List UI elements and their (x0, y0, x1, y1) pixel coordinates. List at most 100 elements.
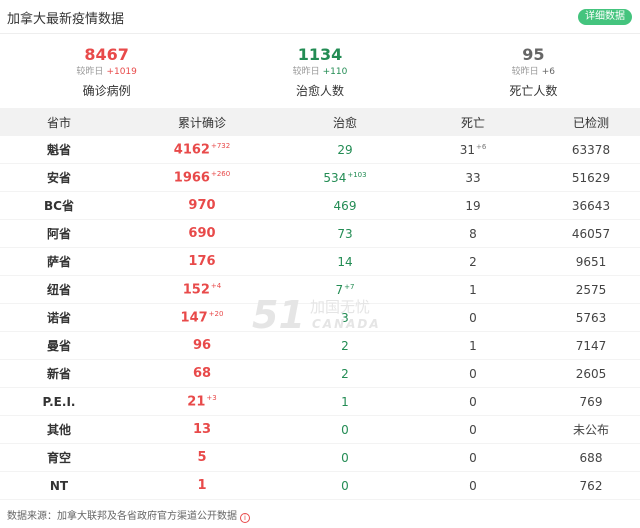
cured-value: 2 (341, 366, 349, 381)
confirmed-value: 1 (197, 478, 207, 493)
confirmed-value: 1966 (173, 170, 210, 186)
deaths-value: 8 (469, 226, 477, 241)
stat-change: 较昨日 +6 (427, 66, 640, 78)
cured-value: 14 (337, 254, 353, 269)
confirmed-value: 96 (192, 338, 212, 353)
table-row[interactable]: 曼省 96 2 1 7147 (0, 332, 640, 360)
column-header: 治愈 (332, 115, 357, 130)
stat-value: 1134 (297, 45, 343, 64)
confirmed-delta: +3 (206, 393, 217, 402)
cured-value: 3 (341, 310, 349, 325)
info-icon[interactable]: i (240, 513, 250, 523)
confirmed-value: 970 (188, 198, 216, 213)
cured-cell: 2 (286, 367, 404, 381)
deaths-cell: 19 (404, 199, 542, 213)
confirmed-cell: 5 (118, 450, 286, 465)
stat-1: 1134 较昨日 +110 治愈人数 (213, 34, 426, 108)
cured-cell: 0 (286, 479, 404, 493)
table-row[interactable]: 纽省 152+4 7+7 1 2575 (0, 276, 640, 304)
confirmed-value: 21 (187, 394, 206, 410)
deaths-cell: 0 (404, 451, 542, 465)
deaths-cell: 1 (404, 283, 542, 297)
tested-value: 36643 (571, 198, 611, 213)
deaths-cell: 8 (404, 227, 542, 241)
cured-cell: 73 (286, 227, 404, 241)
cured-cell: 3 (286, 311, 404, 325)
deaths-value: 0 (469, 394, 477, 409)
table-row[interactable]: 萨省 176 14 2 9651 (0, 248, 640, 276)
tested-value: 5763 (575, 310, 607, 325)
confirmed-value: 68 (192, 366, 212, 381)
province-name: 安省 (46, 171, 71, 185)
table-row[interactable]: 安省 1966+260 534+103 33 51629 (0, 164, 640, 192)
table-row[interactable]: NT 1 0 0 762 (0, 472, 640, 500)
cured-value: 0 (341, 478, 349, 493)
cured-cell: 0 (286, 451, 404, 465)
detail-data-button[interactable]: 详细数据 (578, 9, 632, 25)
province-name: 新省 (46, 367, 71, 381)
confirmed-cell: 96 (118, 338, 286, 353)
table-row[interactable]: 育空 5 0 0 688 (0, 444, 640, 472)
tested-value: 46057 (571, 226, 611, 241)
cured-cell: 1 (286, 395, 404, 409)
confirmed-cell: 176 (118, 254, 286, 269)
confirmed-delta: +260 (210, 169, 231, 178)
stat-label: 确诊病例 (82, 84, 131, 98)
table-row[interactable]: 魁省 4162+732 29 31+6 63378 (0, 136, 640, 164)
tested-value: 688 (579, 450, 603, 465)
cured-value: 1 (341, 394, 349, 409)
stat-0: 8467 较昨日 +1019 确诊病例 (0, 34, 213, 108)
province-name: 诺省 (46, 311, 71, 325)
cured-cell: 0 (286, 423, 404, 437)
province-name: 魁省 (46, 143, 71, 157)
page-title: 加拿大最新疫情数据 (7, 12, 125, 27)
confirmed-delta: +4 (210, 281, 222, 290)
confirmed-cell: 690 (118, 226, 286, 241)
stat-change-label: 较昨日 (76, 67, 104, 77)
footer-source: 数据来源：加拿大联邦及各省政府官方渠道公开数据 i (7, 507, 250, 523)
cured-cell: 14 (286, 255, 404, 269)
table-header: 省市 累计确诊 治愈 死亡 已检测 (0, 108, 640, 136)
table-row[interactable]: BC省 970 469 19 36643 (0, 192, 640, 220)
stat-change-value: +6 (541, 67, 555, 77)
table-row[interactable]: 阿省 690 73 8 46057 (0, 220, 640, 248)
deaths-cell: 0 (404, 479, 542, 493)
province-name: 其他 (46, 423, 71, 437)
cured-delta: +7 (344, 282, 355, 291)
deaths-cell: 1 (404, 339, 542, 353)
table-row[interactable]: 新省 68 2 0 2605 (0, 360, 640, 388)
deaths-cell: 0 (404, 367, 542, 381)
source-text: 数据来源：加拿大联邦及各省政府官方渠道公开数据 (7, 511, 237, 522)
confirmed-value: 176 (188, 254, 216, 269)
deaths-cell: 0 (404, 395, 542, 409)
stat-change: 较昨日 +110 (213, 66, 426, 78)
deaths-cell: 0 (404, 423, 542, 437)
province-name: NT (49, 478, 69, 493)
deaths-cell: 2 (404, 255, 542, 269)
deaths-value: 0 (469, 422, 477, 437)
deaths-value: 19 (465, 198, 481, 213)
province-name: BC省 (44, 199, 74, 213)
stat-change-value: +1019 (106, 67, 137, 77)
stat-change-value: +110 (322, 67, 348, 77)
deaths-value: 1 (469, 338, 477, 353)
cured-value: 73 (337, 226, 353, 241)
tested-value: 51629 (571, 170, 611, 185)
column-header: 累计确诊 (177, 115, 226, 130)
cured-value: 29 (337, 142, 353, 157)
province-name: 曼省 (46, 339, 71, 353)
stat-value: 8467 (84, 45, 129, 64)
column-header: 已检测 (572, 115, 609, 130)
province-name: 阿省 (46, 227, 71, 241)
cured-value: 7 (335, 282, 344, 297)
deaths-cell: 31+6 (404, 143, 542, 157)
stat-change-label: 较昨日 (292, 67, 320, 77)
confirmed-cell: 13 (118, 422, 286, 437)
deaths-value: 0 (469, 478, 477, 493)
table-row[interactable]: 其他 13 0 0 未公布 (0, 416, 640, 444)
tested-value: 未公布 (572, 423, 609, 437)
province-table: 省市 累计确诊 治愈 死亡 已检测 魁省 4162+732 29 31+6 63378 安省 196… (0, 108, 640, 500)
table-row[interactable]: 诺省 147+20 3 0 5763 (0, 304, 640, 332)
table-row[interactable]: P.E.I. 21+3 1 0 769 (0, 388, 640, 416)
confirmed-delta: +732 (210, 141, 231, 150)
